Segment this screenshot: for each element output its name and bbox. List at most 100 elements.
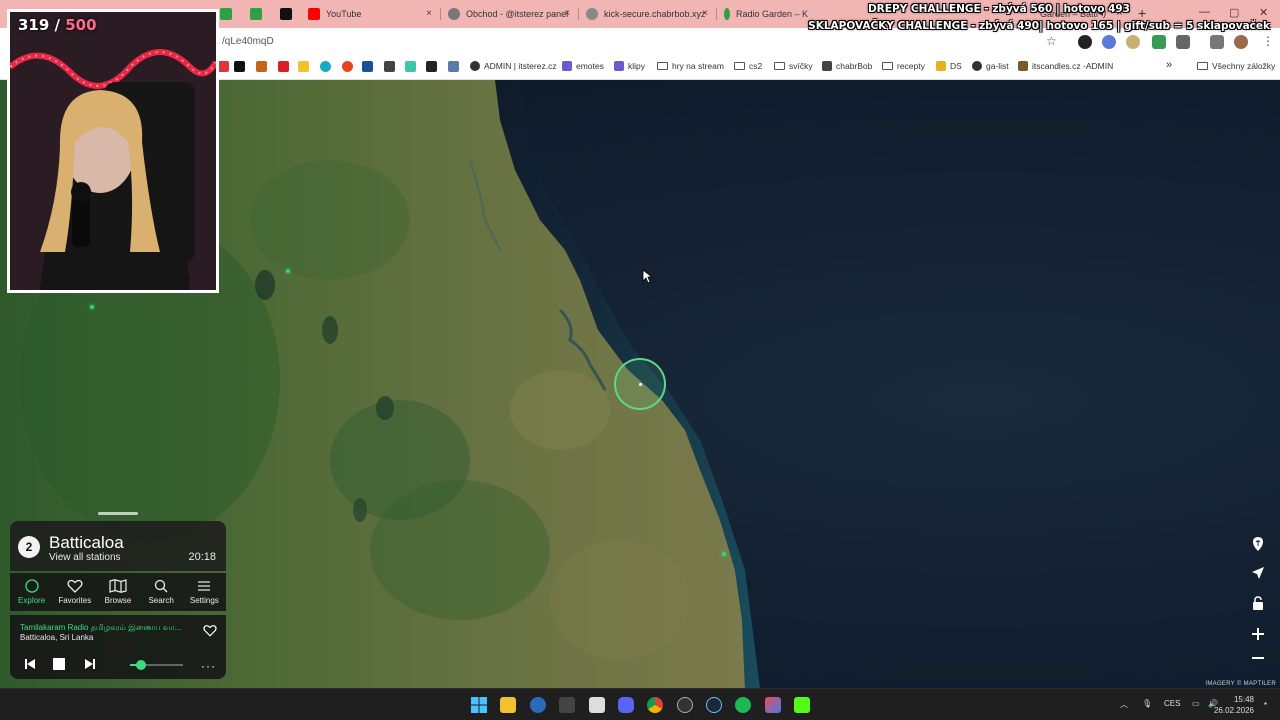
tab-green-icon[interactable] [220, 8, 232, 20]
previous-icon[interactable] [24, 658, 36, 670]
close-icon[interactable]: × [702, 8, 708, 19]
bookmark-icon[interactable] [405, 61, 416, 72]
selected-station-ring[interactable] [614, 358, 666, 410]
app-icon[interactable] [530, 697, 546, 713]
network-icon[interactable]: ▭ [1192, 699, 1200, 708]
maximize-icon[interactable]: ▢ [1229, 6, 1239, 19]
nav-favorites[interactable]: Favorites [53, 579, 96, 605]
favorite-heart-icon[interactable] [203, 624, 217, 637]
bookmark-folder-cs2[interactable]: cs2 [734, 61, 762, 71]
chevron-up-icon[interactable]: ︿ [1120, 699, 1128, 710]
nav-browse[interactable]: Browse [96, 579, 139, 605]
system-clock[interactable]: 15:48 26.02.2026 [1214, 694, 1254, 716]
new-tab-icon[interactable]: + [1138, 5, 1146, 21]
tab-radio-garden[interactable]: Radio Garden – K [724, 4, 808, 24]
bookmark-klipy[interactable]: klipy [614, 61, 645, 71]
drag-handle[interactable] [98, 512, 138, 515]
app-icon[interactable] [589, 697, 605, 713]
notification-icon[interactable]: ▪ [1264, 699, 1267, 708]
close-icon[interactable]: × [564, 8, 570, 19]
explore-pin-icon[interactable] [1246, 532, 1270, 556]
spotify-icon[interactable] [735, 697, 751, 713]
all-bookmarks-folder[interactable]: Všechny záložky [1197, 61, 1275, 71]
language-indicator[interactable]: CES [1164, 699, 1180, 708]
microphone-icon[interactable]: 🎙 [1142, 699, 1152, 708]
bookmark-icon[interactable] [448, 61, 459, 72]
lock-icon[interactable] [1246, 591, 1270, 615]
station-dot[interactable] [722, 552, 726, 556]
kick-icon[interactable] [280, 8, 292, 20]
puzzle-icon[interactable] [1176, 35, 1190, 49]
bookmark-label: svíčky [789, 61, 813, 71]
windows-start-icon[interactable] [471, 697, 487, 713]
bookmark-ga-list[interactable]: ga-list [972, 61, 1009, 71]
file-explorer-icon[interactable] [500, 697, 516, 713]
tab-youtube[interactable]: YouTube × [308, 4, 432, 24]
globe-icon [972, 61, 982, 71]
close-icon[interactable]: × [426, 8, 432, 19]
stop-icon[interactable] [53, 658, 65, 670]
more-bookmarks-button[interactable]: » [1166, 59, 1172, 71]
avatar[interactable] [1234, 35, 1248, 49]
extension-icon[interactable] [1152, 35, 1166, 49]
chevron-right-icon: » [1166, 59, 1173, 71]
nav-explore[interactable]: Explore [10, 579, 53, 605]
bookmark-icon [614, 61, 624, 71]
bookmark-icon[interactable] [342, 61, 353, 72]
place-card[interactable]: 2 Batticaloa View all stations 20:18 [10, 521, 226, 571]
bookmark-icon[interactable] [218, 61, 229, 72]
x-icon[interactable] [234, 61, 245, 72]
bookmark-icon [562, 61, 572, 71]
zoom-out-icon[interactable] [1246, 646, 1270, 670]
bookmark-chabrbob[interactable]: chabrBob [822, 61, 872, 71]
discord-icon[interactable] [618, 697, 634, 713]
bookmark-emotes[interactable]: emotes [562, 61, 604, 71]
facebook-icon[interactable] [384, 61, 395, 72]
app-icon[interactable] [677, 697, 693, 713]
now-playing-station[interactable]: Tamilakaram Radio தமிழகரம் இணைய வா... [20, 623, 185, 633]
paypal-icon[interactable] [362, 61, 373, 72]
bookmark-icon[interactable] [320, 61, 331, 72]
station-dot[interactable] [286, 269, 290, 273]
steam-icon[interactable] [706, 697, 722, 713]
view-all-stations-link[interactable]: View all stations [49, 552, 121, 563]
extension-icon[interactable] [1126, 35, 1140, 49]
bookmark-icon[interactable] [298, 61, 309, 72]
volume-slider[interactable] [130, 660, 183, 670]
bookmark-admin[interactable]: ADMIN | itsterez.cz [470, 61, 557, 71]
extension-icon[interactable] [1102, 35, 1116, 49]
star-icon[interactable]: ☆ [1046, 34, 1057, 48]
download-icon[interactable] [426, 61, 437, 72]
zoom-in-icon[interactable] [1246, 622, 1270, 646]
folder-icon [734, 62, 745, 70]
nav-search[interactable]: Search [140, 579, 183, 605]
nav-settings[interactable]: Settings [183, 579, 226, 605]
next-icon[interactable] [84, 658, 96, 670]
app-icon[interactable] [765, 697, 781, 713]
tab-obchod[interactable]: Obchod - @itsterez panel × [448, 4, 570, 24]
extension-icon[interactable] [1078, 35, 1092, 49]
tab-kick-secure[interactable]: kick-secure.chabrbob.xyz × [586, 4, 708, 24]
kebab-menu-icon[interactable]: ⋮ [1262, 34, 1274, 48]
more-options-icon[interactable]: ··· [201, 659, 216, 673]
tab-green-icon[interactable] [250, 8, 262, 20]
bookmark-label: DS [950, 61, 962, 71]
tab-label: Radio Garden – K [735, 9, 808, 19]
url-text[interactable]: /qLe40mqD [222, 36, 274, 47]
netflix-icon[interactable] [278, 61, 289, 72]
volume-knob[interactable] [135, 660, 146, 670]
bookmark-itscandles[interactable]: itscandles.cz -ADMIN [1018, 61, 1113, 71]
bookmark-folder-hry[interactable]: hry na stream [657, 61, 724, 71]
bookmark-icon[interactable] [256, 61, 267, 72]
reading-list-icon[interactable] [1210, 35, 1224, 49]
kick-icon[interactable] [794, 697, 810, 713]
bookmark-ds[interactable]: DS [936, 61, 962, 71]
chrome-icon[interactable] [647, 697, 663, 713]
station-dot[interactable] [90, 305, 94, 309]
app-icon[interactable] [559, 697, 575, 713]
window-close-icon[interactable]: ✕ [1259, 6, 1268, 19]
minimize-icon[interactable]: — [1199, 6, 1210, 18]
bookmark-folder-svicky[interactable]: svíčky [774, 61, 813, 71]
bookmark-folder-recepty[interactable]: recepty [882, 61, 925, 71]
locate-icon[interactable] [1246, 561, 1270, 585]
